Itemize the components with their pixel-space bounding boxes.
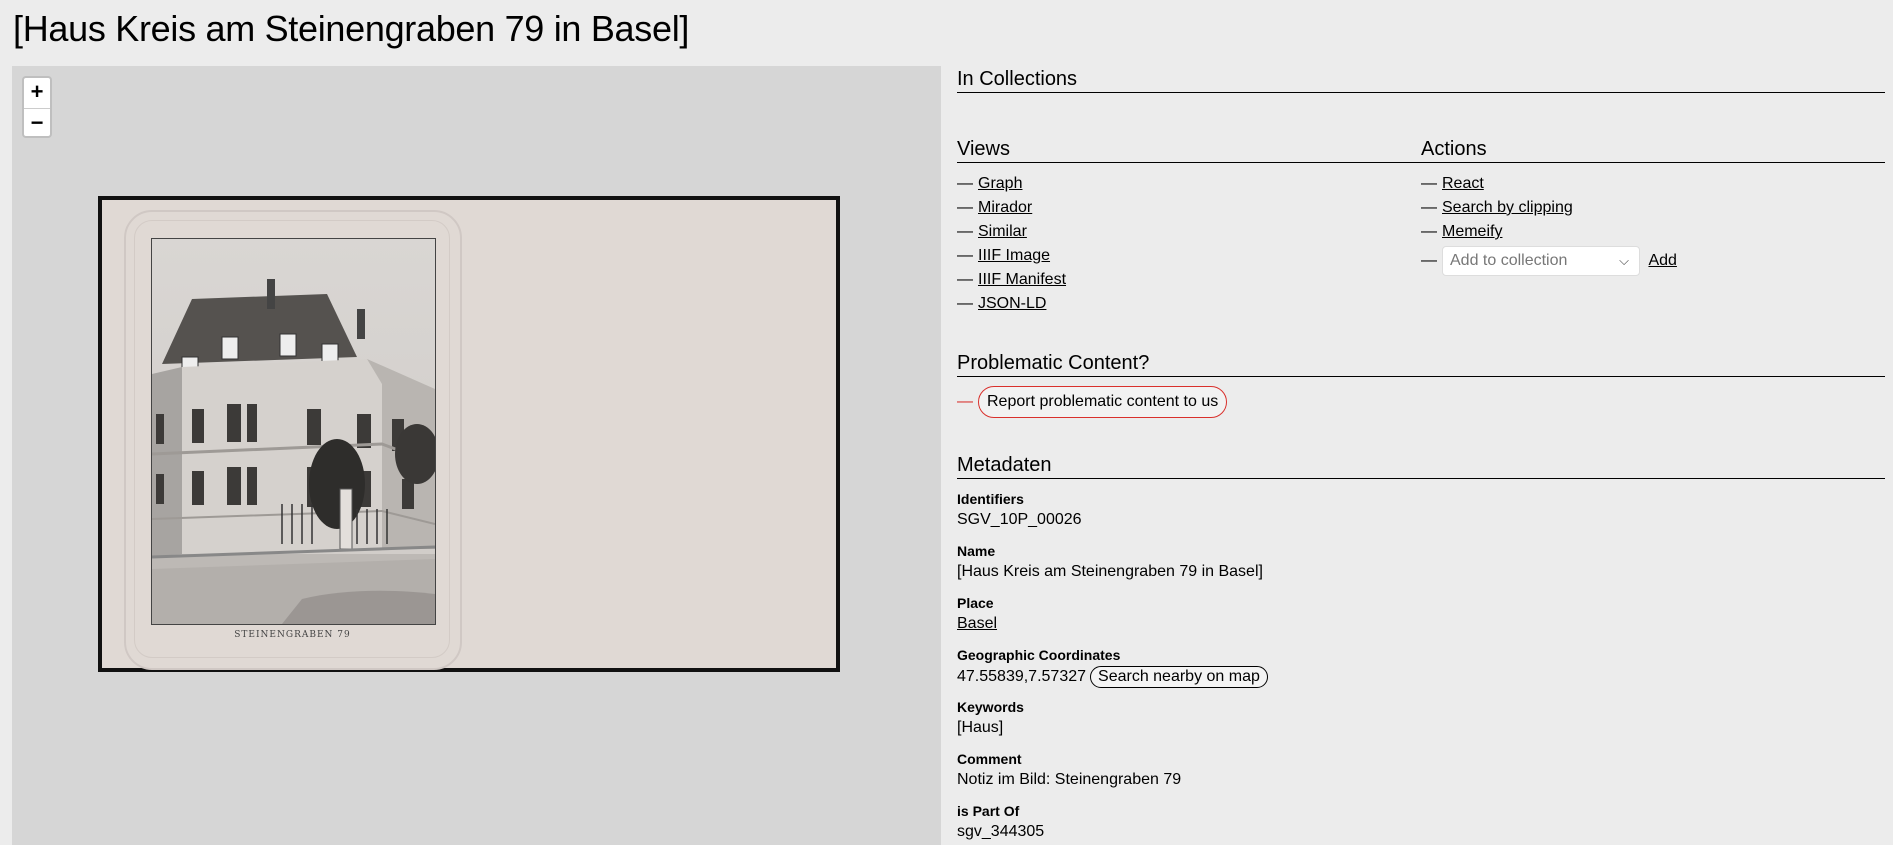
zoom-out-button[interactable]: − [24,109,50,136]
place-label: Place [957,595,994,611]
name-label: Name [957,543,996,559]
image-viewer[interactable]: + − STEINENGRABEN 79 [12,66,941,845]
page-title: [Haus Kreis am Steinengraben 79 in Basel… [13,8,690,49]
part-of-value: sgv_344305 [957,823,1045,840]
list-item: — Add to collection ⌵ Add [1421,246,1677,278]
add-button[interactable]: Add [1648,252,1676,269]
list-item: — Similar [957,223,1027,240]
house-photo [151,238,436,625]
report-row: — Report problematic content to us [957,386,1228,418]
problematic-heading: Problematic Content? [957,352,1885,377]
collections-heading: In Collections [957,68,1885,93]
identifiers-label: Identifiers [957,491,1024,507]
select-placeholder: Add to collection [1450,252,1568,269]
chevron-down-icon: ⌵ [1619,253,1629,268]
metadata-heading: Metadaten [957,454,1885,479]
postcard: STEINENGRABEN 79 [102,200,836,670]
keywords-label: Keywords [957,699,1024,715]
list-item: — IIIF Manifest [957,271,1067,288]
list-item: — IIIF Image [957,247,1051,264]
photo-image: STEINENGRABEN 79 [98,196,840,672]
zoom-in-button[interactable]: + [24,78,50,109]
keywords-value: [Haus] [957,719,1004,736]
place-value-wrap: Basel [957,615,997,633]
place-link[interactable]: Basel [957,615,997,632]
name-value: [Haus Kreis am Steinengraben 79 in Basel… [957,563,1263,580]
coords-label: Geographic Coordinates [957,647,1121,663]
list-item: — JSON-LD [957,295,1047,312]
red-dash: — [957,393,973,410]
list-item: — Search by clipping [1421,199,1573,216]
comment-value: Notiz im Bild: Steinengraben 79 [957,771,1182,788]
comment-label: Comment [957,751,1022,767]
views-heading: Views [957,138,1422,163]
views-list: — Graph — Mirador — Similar — IIIF Image — II… [957,174,1066,318]
search-nearby-button[interactable]: Search nearby on map [1090,666,1268,688]
view-link-iiif-image[interactable]: IIIF Image [978,247,1050,264]
view-link-similar[interactable]: Similar [978,223,1027,240]
list-item: — Memeify [1421,223,1503,240]
coords-row: 47.55839,7.57327 Search nearby on map [957,666,1268,688]
action-link-search-by-clipping[interactable]: Search by clipping [1442,199,1573,216]
add-to-collection-select[interactable]: Add to collection ⌵ [1442,246,1640,276]
actions-heading: Actions [1421,138,1885,163]
list-item: — Graph [957,175,1023,192]
zoom-control: + − [22,76,52,138]
part-of-label: is Part Of [957,803,1020,819]
list-item: — React [1421,175,1484,192]
view-link-mirador[interactable]: Mirador [978,199,1032,216]
image-caption: STEINENGRABEN 79 [234,630,351,640]
view-link-graph[interactable]: Graph [978,175,1022,192]
actions-list: — React — Search by clipping — Memeify — Add… [1421,174,1677,278]
identifiers-value: SGV_10P_00026 [957,511,1082,528]
list-item: — Mirador [957,199,1033,216]
house-illustration [152,239,435,624]
view-link-iiif-manifest[interactable]: IIIF Manifest [978,271,1066,288]
coords-value: 47.55839,7.57327 [957,668,1087,685]
report-problematic-button[interactable]: Report problematic content to us [978,386,1228,418]
action-link-react[interactable]: React [1442,175,1484,192]
action-link-memeify[interactable]: Memeify [1442,223,1502,240]
view-link-json-ld[interactable]: JSON-LD [978,295,1046,312]
